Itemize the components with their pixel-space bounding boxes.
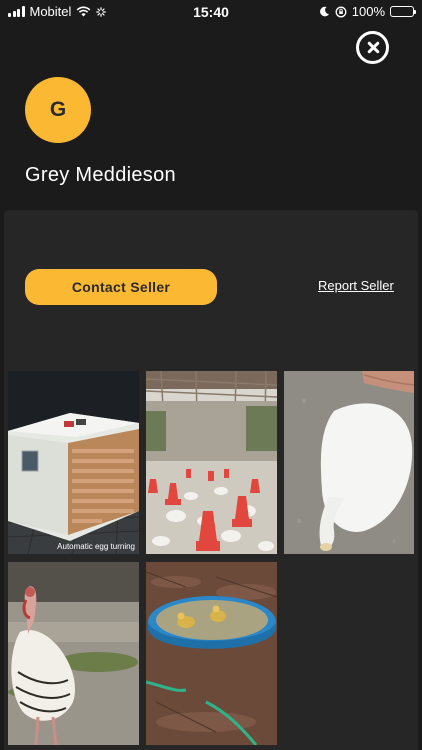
seller-name: Grey Meddieson [25,164,176,186]
moon-icon [319,6,329,17]
battery-icon [390,6,416,17]
seller-profile-screen: Mobitel 15:40 100% G Grey Meddieson Cont… [0,0,422,750]
close-button[interactable] [356,31,389,64]
gallery-photo-ducklings[interactable] [146,562,277,745]
photo-caption: Automatic egg turning [57,542,135,551]
contact-seller-button[interactable]: Contact Seller [25,269,217,305]
gallery-photo-turkey[interactable] [8,562,139,745]
gallery-photo-farm[interactable] [146,371,277,554]
gallery-photo-incubator[interactable]: Automatic egg turning [8,371,139,554]
gallery-photo-duck[interactable] [284,371,414,554]
status-right: 100% [319,4,416,19]
report-seller-link[interactable]: Report Seller [318,278,394,293]
avatar: G [25,77,91,143]
status-bar: Mobitel 15:40 100% [0,0,422,24]
orientation-lock-icon [335,6,347,17]
battery-percent: 100% [351,4,385,19]
avatar-initial: G [49,98,67,121]
